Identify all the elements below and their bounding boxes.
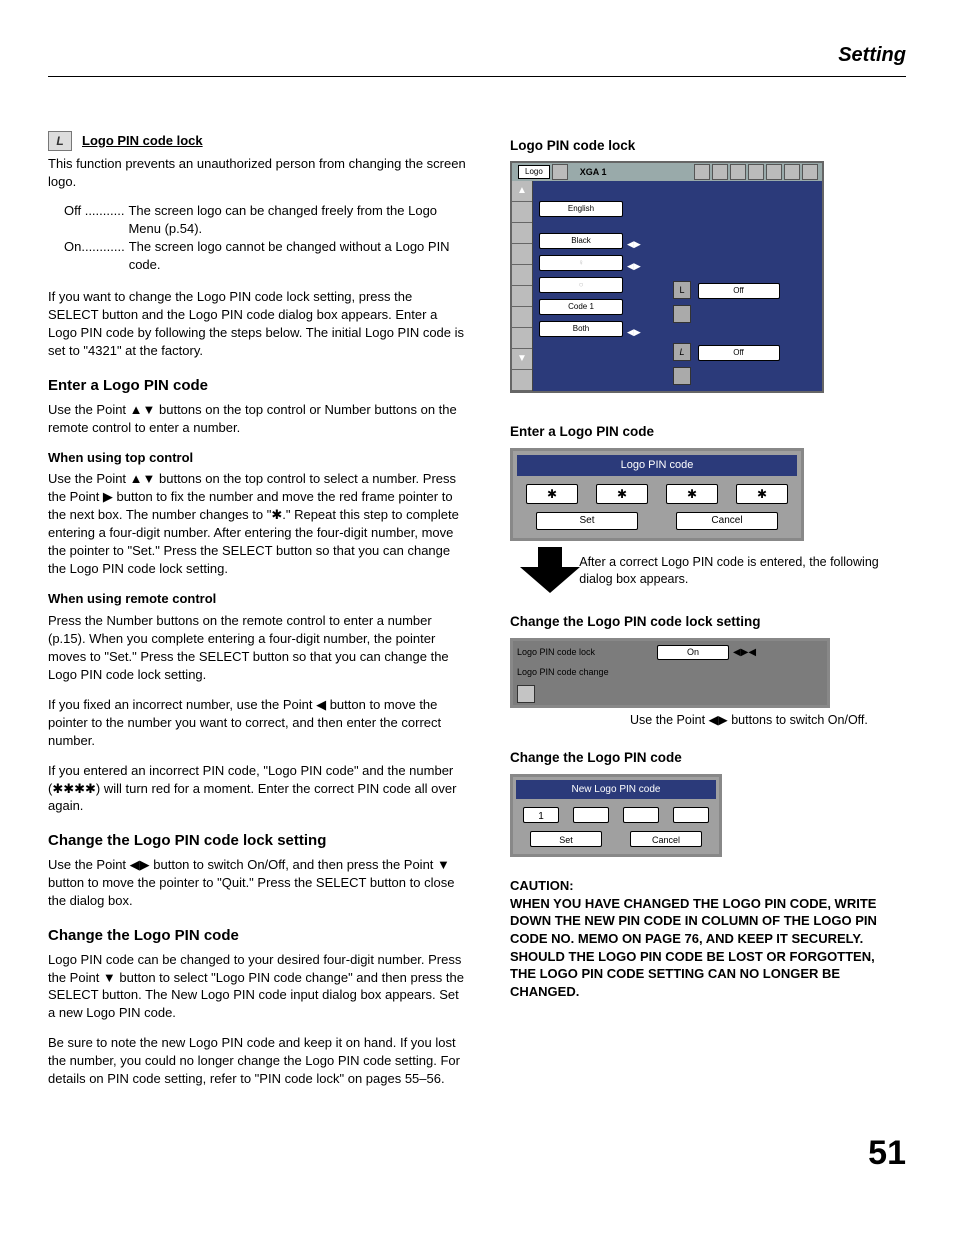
- osd-tab-icon: [784, 164, 800, 180]
- change-code-text-2: Be sure to note the new Logo PIN code an…: [48, 1034, 466, 1088]
- page-number: 51: [48, 1130, 906, 1177]
- pin-dialog: Logo PIN code ✱ ✱ ✱ ✱ Set Cancel: [510, 448, 804, 541]
- osd-tab-icon: [766, 164, 782, 180]
- osd-tab-icon: [730, 164, 746, 180]
- right-heading-4: Change the Logo PIN code: [510, 749, 890, 768]
- heading-change-setting: Change the Logo PIN code lock setting: [48, 831, 466, 852]
- nav-icon: [512, 202, 532, 223]
- def-off-label: Off ...........: [64, 202, 124, 238]
- osd-menu-screenshot: Logo XGA 1 ▲: [510, 161, 824, 393]
- quit-icon: [673, 367, 691, 385]
- right-heading-3: Change the Logo PIN code lock setting: [510, 613, 890, 632]
- right-column: Logo PIN code lock Logo XGA 1: [510, 131, 890, 1101]
- osd-tab-icon: [712, 164, 728, 180]
- pin-cancel-button: Cancel: [630, 831, 702, 847]
- arrow-note: After a correct Logo PIN code is entered…: [579, 554, 890, 589]
- lr-arrows-icon: ◀▶: [627, 238, 641, 250]
- osd-item: Black: [539, 233, 623, 249]
- use-note: Use the Point ◀▶ buttons to switch On/Of…: [630, 712, 890, 729]
- change-code-text-1: Logo PIN code can be changed to your des…: [48, 951, 466, 1023]
- lr-arrows-icon: ◀▶: [627, 326, 641, 338]
- osd-item: Both: [539, 321, 623, 337]
- remote-text-1: Press the Number buttons on the remote c…: [48, 612, 466, 684]
- pin-set-button: Set: [536, 512, 638, 530]
- osd-value-off: Off: [698, 283, 780, 299]
- quit-icon: [517, 685, 535, 703]
- lr-arrows-icon: ◀▶◀: [733, 646, 756, 660]
- subheading-top-control: When using top control: [48, 449, 466, 467]
- osd-item: ○: [539, 277, 623, 293]
- pin-digit-box: [573, 807, 609, 823]
- osd-item: Code 1: [539, 299, 623, 315]
- lock-setting-panel: Logo PIN code lock On ◀▶◀ Logo PIN code …: [510, 638, 830, 708]
- subheading-remote: When using remote control: [48, 590, 466, 608]
- pin-digit-box: [623, 807, 659, 823]
- new-pin-dialog: New Logo PIN code 1 Set Cancel: [510, 774, 722, 858]
- left-column: Logo PIN code lock This function prevent…: [48, 131, 466, 1101]
- pin-digit-box: ✱: [666, 484, 718, 504]
- right-heading-1: Logo PIN code lock: [510, 137, 890, 156]
- caution-text: WHEN YOU HAVE CHANGED THE LOGO PIN CODE,…: [510, 895, 890, 1000]
- pin-digit-box: ✱: [596, 484, 648, 504]
- section-title-logo-lock: Logo PIN code lock: [82, 132, 203, 150]
- pin-digit-box: ✱: [736, 484, 788, 504]
- nav-up-icon: ▲: [512, 181, 532, 202]
- heading-change-code: Change the Logo PIN code: [48, 926, 466, 947]
- nav-icon: [512, 223, 532, 244]
- nav-down-icon: ▼: [512, 349, 532, 370]
- osd-tab-icon: [694, 164, 710, 180]
- lock-row-label: Logo PIN code change: [517, 666, 657, 678]
- nav-icon: [512, 307, 532, 328]
- heading-enter-pin: Enter a Logo PIN code: [48, 376, 466, 397]
- osd-item: ♀: [539, 255, 623, 271]
- def-on-desc: The screen logo cannot be changed withou…: [129, 238, 466, 274]
- l-icon: L: [673, 281, 691, 299]
- pin-cancel-button: Cancel: [676, 512, 778, 530]
- osd-left-nav: ▲ ▼: [512, 181, 533, 391]
- intro-text: This function prevents an unauthorized p…: [48, 155, 466, 191]
- osd-top-label: Logo: [518, 165, 550, 179]
- lock-row-label: Logo PIN code lock: [517, 646, 657, 658]
- nav-icon: [512, 328, 532, 349]
- logo-lock-icon: [48, 131, 72, 151]
- pin-digit-box: [673, 807, 709, 823]
- lr-arrows-icon: ◀▶: [627, 260, 641, 272]
- definition-list: Off ........... The screen logo can be c…: [64, 202, 466, 274]
- remote-text-3: If you entered an incorrect PIN code, "L…: [48, 762, 466, 816]
- lock-value: On: [657, 645, 729, 660]
- osd-top-icon: [552, 164, 568, 180]
- def-on-label: On............: [64, 238, 125, 274]
- para-change-instructions: If you want to change the Logo PIN code …: [48, 288, 466, 360]
- screen-icon: [673, 305, 691, 323]
- pin-dialog-title: Logo PIN code: [517, 455, 797, 476]
- pin-digit-box: ✱: [526, 484, 578, 504]
- pin-set-button: Set: [530, 831, 602, 847]
- osd-tab-icon: [802, 164, 818, 180]
- def-off-desc: The screen logo can be changed freely fr…: [128, 202, 466, 238]
- down-arrow-icon: [520, 547, 565, 595]
- osd-mode-label: XGA 1: [580, 166, 607, 178]
- caution-heading: CAUTION:: [510, 877, 890, 895]
- osd-value-off: Off: [698, 345, 780, 361]
- logo-lock-small-icon: L: [673, 343, 691, 361]
- top-control-text: Use the Point ▲▼ buttons on the top cont…: [48, 470, 466, 578]
- nav-icon: [512, 244, 532, 265]
- change-setting-text: Use the Point ◀▶ button to switch On/Off…: [48, 856, 466, 910]
- osd-tab-icon: [748, 164, 764, 180]
- nav-icon: [512, 265, 532, 286]
- osd-item: English: [539, 201, 623, 217]
- pin-digit-box: 1: [523, 807, 559, 823]
- enter-intro: Use the Point ▲▼ buttons on the top cont…: [48, 401, 466, 437]
- right-heading-2: Enter a Logo PIN code: [510, 423, 890, 442]
- nav-quit-icon: [512, 370, 532, 391]
- page-header: Setting: [48, 42, 906, 77]
- remote-text-2: If you fixed an incorrect number, use th…: [48, 696, 466, 750]
- new-pin-title: New Logo PIN code: [516, 780, 716, 800]
- nav-icon: [512, 286, 532, 307]
